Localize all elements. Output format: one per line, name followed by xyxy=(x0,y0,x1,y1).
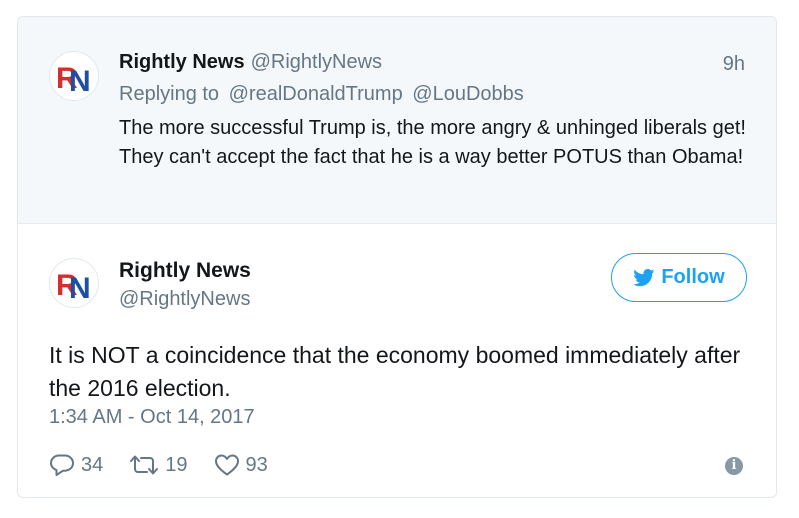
reply-icon xyxy=(50,454,74,476)
retweet-count: 19 xyxy=(165,453,188,476)
info-icon[interactable]: i xyxy=(725,457,743,475)
svg-text:N: N xyxy=(69,272,91,301)
parent-timestamp[interactable]: 9h xyxy=(723,53,745,76)
author-handle[interactable]: @RightlyNews xyxy=(119,288,250,311)
rightly-news-logo-mark: R N xyxy=(56,62,91,94)
parent-author[interactable]: Rightly News @RightlyNews xyxy=(119,51,382,74)
twitter-bird-icon xyxy=(633,268,655,286)
mention-link[interactable]: @LouDobbs xyxy=(412,83,523,105)
follow-button-label: Follow xyxy=(661,266,725,288)
rightly-news-logo[interactable]: R N xyxy=(49,258,99,308)
parent-author-handle[interactable]: @RightlyNews xyxy=(251,51,382,73)
mention-link[interactable]: @realDonaldTrump xyxy=(229,83,403,105)
svg-text:N: N xyxy=(69,65,91,94)
tweet-embed-card: R N Rightly News @RightlyNews 9h Replying… xyxy=(17,16,777,498)
tweet-text: It is NOT a coincidence that the economy… xyxy=(49,342,741,401)
reply-count: 34 xyxy=(81,453,104,476)
tweet-actions: 34 19 93 xyxy=(49,451,294,479)
parent-tweet[interactable]: R N Rightly News @RightlyNews 9h Replying… xyxy=(18,17,776,224)
parent-tweet-text: The more successful Trump is, the more a… xyxy=(119,117,746,168)
retweet-action[interactable]: 19 xyxy=(129,453,188,477)
follow-button[interactable]: Follow xyxy=(611,253,747,302)
tweet-timestamp[interactable]: 1:34 AM - Oct 14, 2017 xyxy=(49,406,255,429)
author-name[interactable]: Rightly News xyxy=(119,259,251,283)
retweet-icon xyxy=(130,455,159,475)
like-count: 93 xyxy=(245,453,268,476)
rightly-news-logo[interactable]: R N xyxy=(49,51,99,101)
like-action[interactable]: 93 xyxy=(214,453,268,477)
reply-action[interactable]: 34 xyxy=(49,453,103,477)
parent-author-name[interactable]: Rightly News xyxy=(119,51,245,73)
replying-to-line: Replying to @realDonaldTrump @LouDobbs xyxy=(119,83,524,106)
heart-icon xyxy=(214,454,239,476)
replying-to-label: Replying to xyxy=(119,83,220,105)
rightly-news-logo-mark: R N xyxy=(56,269,91,301)
